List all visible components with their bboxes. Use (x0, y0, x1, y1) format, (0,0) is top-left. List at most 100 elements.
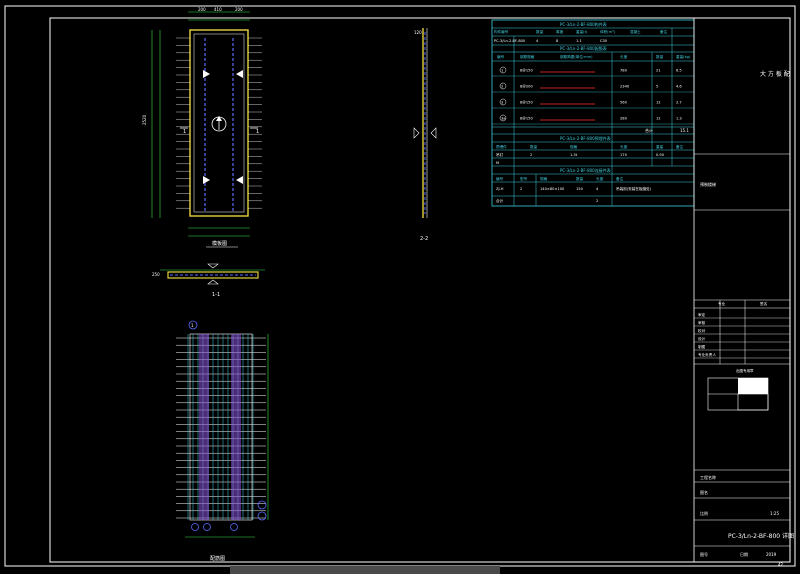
embed-header-cell: 备注 (676, 144, 684, 149)
rebar-header-cell: 钢筋简图(单位:mm) (560, 54, 593, 59)
rebar-count: 12 (656, 100, 661, 104)
tb-row-label: 校对 (698, 328, 706, 333)
embed-cell: 1.3t (570, 153, 578, 157)
tb-row-label: 制图 (698, 344, 706, 349)
conn-cell: 吊装用(安装在板缝处) (616, 186, 652, 191)
conn-header-cell: 规格 (540, 176, 548, 181)
conn-cell: 4 (596, 187, 599, 191)
svg-text:1: 1 (191, 323, 194, 328)
page-number: 42 (778, 562, 784, 567)
rebar-spec: 8@150 (520, 100, 533, 104)
tb-row-label: 审核 (698, 320, 706, 325)
embed-header-cell: 规格 (570, 144, 578, 149)
conn-header-cell: 数量 (576, 176, 584, 181)
svg-text:1: 1 (256, 129, 259, 135)
date-value: 2019 (766, 552, 777, 557)
front-view: 200 410 200 2520 1 1 模板图 (142, 7, 262, 248)
component-cell: C30 (600, 39, 608, 43)
date-label: 日期 (740, 551, 748, 557)
rebar-length: 2340 (620, 84, 630, 88)
side-view-label: 2-2 (420, 236, 428, 242)
conn-header-cell: 编号 (496, 176, 504, 181)
component-header-cell: 体积(m³) (600, 29, 616, 34)
svg-text:250: 250 (152, 272, 160, 277)
rebar-spec: 8@150 (520, 116, 533, 120)
rebar-count: 12 (656, 116, 661, 120)
conn-cell: 2 (596, 199, 598, 203)
rebar-header-cell: 钢筋规格 (520, 54, 535, 59)
tb-col-header: 签名 (760, 301, 768, 306)
scale-label: 比例 (700, 510, 708, 516)
svg-text:410: 410 (214, 7, 222, 12)
svg-text:200: 200 (198, 7, 206, 12)
component-header-cell: 重量(t) (576, 29, 588, 34)
rebar-spec: 8@200 (520, 84, 533, 88)
rebar-id: 1 (501, 68, 503, 72)
conn-header-cell: 长度 (596, 176, 604, 181)
rebar-table-title: PC-3/Ln-2-BF-800配筋表 (560, 45, 607, 51)
conn-cell: 140×80×100 (540, 187, 565, 191)
tb-row-label: 审定 (698, 312, 706, 317)
stamp-label: 出图专用章 (736, 368, 754, 373)
embed-table-title: PC-3/Ln-2-BF-800预埋件表 (560, 135, 611, 141)
embed-header-cell: 预埋件 (496, 144, 507, 149)
drawing-no-label: 图号 (700, 551, 708, 557)
rebar-length: 780 (620, 68, 628, 72)
embed-header-cell: 重量 (656, 144, 664, 149)
svg-text:120: 120 (414, 30, 422, 35)
embed-cell: 170 (620, 153, 628, 157)
rebar-length: 560 (620, 100, 628, 104)
component-cell: 8 (556, 39, 559, 43)
cad-drawing-canvas: 200 410 200 2520 1 1 模板图 120 2-2 250 1-1… (4, 5, 796, 567)
rebar-weight: 4.6 (676, 84, 682, 88)
rebar-id: 3 (501, 100, 503, 104)
rebar-header-cell: 重量(kg) (676, 54, 691, 59)
rebar-count: 5 (656, 84, 658, 88)
component-cell: 1.1 (576, 39, 582, 43)
component-header-cell: 混凝土 (630, 29, 641, 34)
svg-text:200: 200 (235, 7, 243, 12)
component-table-title: PC-3/Ln-2-BF-800构件表 (560, 21, 607, 27)
outer-frame (4, 5, 796, 567)
remark: 预制楼梯 (700, 181, 716, 187)
conn-header-cell: 型号 (520, 176, 528, 181)
component-cell: PC-3/Ln-2-BF-800 (494, 39, 526, 43)
tb-row-label: 设计 (698, 336, 706, 341)
section-1-1: 250 1-1 (152, 263, 265, 298)
tb-col-header: 专业 (718, 301, 726, 306)
embed-header-cell: 长度 (620, 144, 628, 149)
side-view: 120 2-2 (413, 28, 437, 242)
embed-header-cell: 数量 (530, 144, 538, 149)
viewer-scrollbar[interactable] (230, 566, 500, 574)
rebar-plan: 1 配筋图 (176, 320, 269, 562)
scale-value: 1:25 (770, 511, 779, 516)
component-header-cell: 数量 (536, 29, 544, 34)
component-cell: 4 (536, 39, 539, 43)
rebar-weight: 1.3 (676, 116, 682, 120)
front-view-label: 模板图 (212, 240, 227, 247)
svg-text:2520: 2520 (142, 114, 147, 125)
component-header-cell: 构件编号 (494, 29, 509, 34)
drawing-title: PC-3/Ln-2-BF-800 详图 (728, 532, 794, 540)
embed-cell: 0.90 (656, 153, 665, 157)
rebar-count: 21 (656, 68, 661, 72)
rebar-weight: 6.5 (676, 68, 682, 72)
conn-header-cell: 备注 (616, 176, 624, 181)
schedule-tables: PC-3/Ln-2-BF-800构件表 构件编号 数量 厚度 重量(t) 体积(m³) 混… (491, 19, 695, 207)
rebar-id: 3a (501, 116, 506, 120)
conn-cell: 150 (576, 187, 584, 191)
title-block: 大 方 板 配 预制楼梯 专业 签名审定审核校对设计制图专业负责人 出图专用章 工… (693, 18, 794, 567)
conn-table-title: PC-3/Ln-2-BF-800连接件表 (560, 167, 611, 173)
svg-text:1: 1 (183, 129, 186, 135)
rebar-header-cell: 数量 (656, 54, 664, 59)
conn-cell: ZJ-H (496, 187, 504, 191)
embed-cell: M (496, 161, 499, 165)
rebar-plan-label: 配筋图 (210, 555, 225, 562)
rebar-total: 15.1 (680, 128, 689, 133)
tb-row-label: 专业负责人 (698, 352, 716, 357)
project-label: 工程名称 (700, 474, 716, 480)
rebar-length: 280 (620, 116, 628, 120)
rebar-spec: 8@150 (520, 68, 533, 72)
embed-cell: 2 (530, 153, 532, 157)
component-header-cell: 备注 (660, 29, 668, 34)
